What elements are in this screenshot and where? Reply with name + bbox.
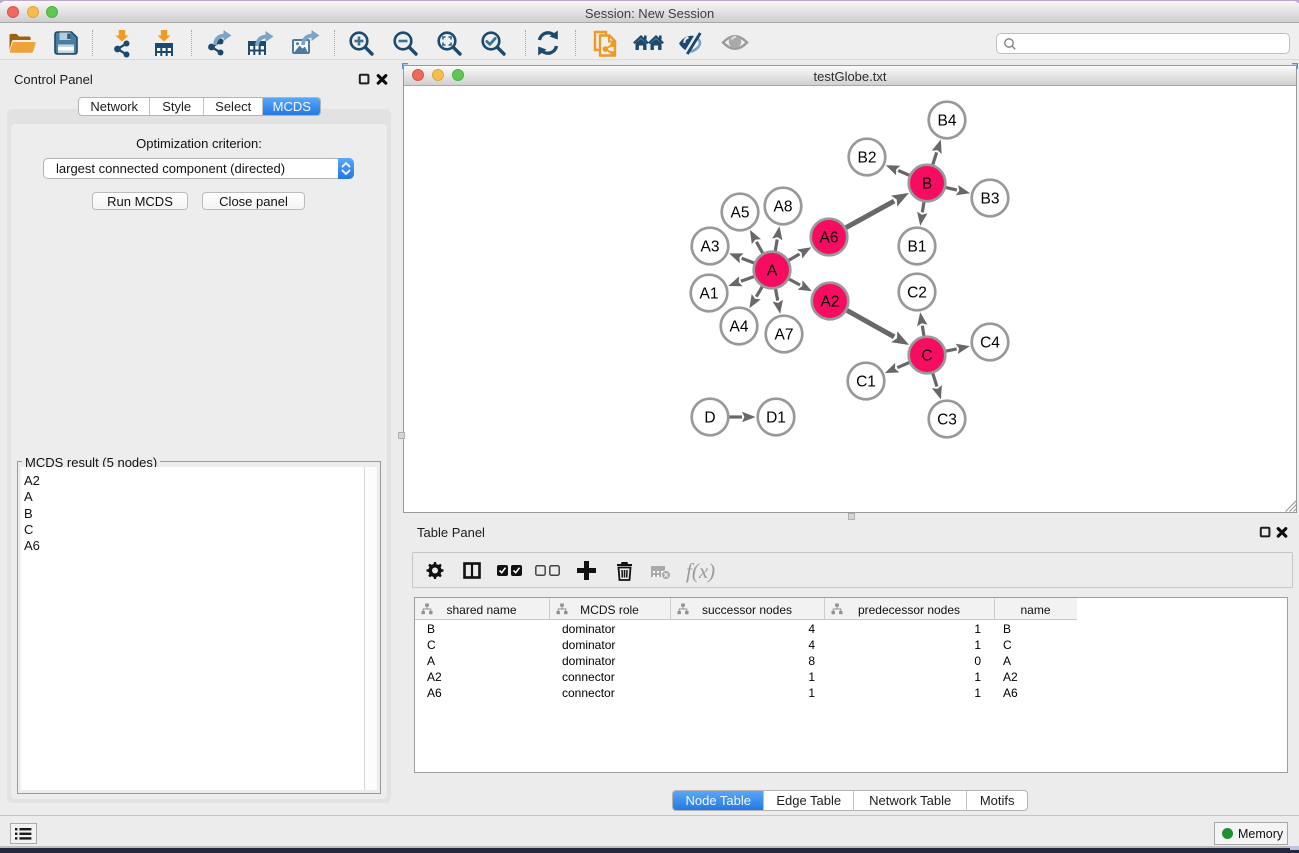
svg-text:A6: A6 (820, 230, 839, 247)
svg-text:B1: B1 (908, 239, 927, 256)
svg-text:D1: D1 (766, 410, 786, 427)
svg-text:A2: A2 (821, 294, 840, 311)
svg-text:A8: A8 (774, 199, 793, 216)
svg-text:B: B (922, 176, 932, 193)
svg-text:A1: A1 (700, 286, 719, 303)
svg-text:C3: C3 (937, 412, 957, 429)
svg-text:A5: A5 (731, 205, 750, 222)
svg-text:A4: A4 (730, 319, 749, 336)
svg-text:B2: B2 (858, 150, 877, 167)
svg-text:A3: A3 (701, 239, 720, 256)
svg-text:A7: A7 (775, 327, 794, 344)
svg-text:C: C (921, 348, 932, 365)
svg-text:D: D (704, 410, 715, 427)
svg-text:A: A (767, 263, 778, 280)
svg-text:C1: C1 (856, 374, 876, 391)
svg-text:C2: C2 (907, 285, 927, 302)
svg-text:B4: B4 (938, 113, 957, 130)
svg-text:C4: C4 (980, 335, 1000, 352)
svg-text:B3: B3 (981, 191, 1000, 208)
